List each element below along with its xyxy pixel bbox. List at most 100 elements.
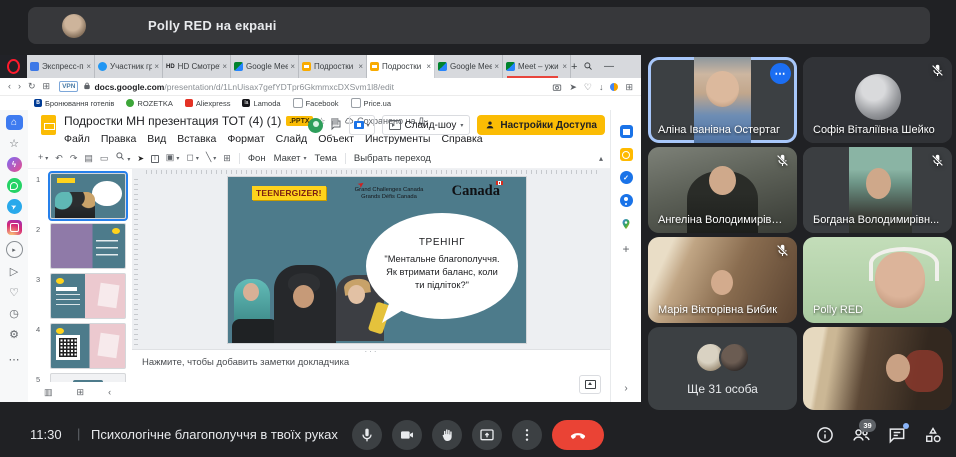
collapse-icon[interactable]: › [624,378,627,396]
tab-close-icon[interactable]: × [426,62,431,71]
tab-tiling-icon[interactable]: ⊞ [43,81,51,91]
tab-close-icon[interactable]: × [562,62,567,71]
back-icon[interactable]: ‹ [8,81,11,91]
more-icon[interactable]: ⋯ [7,352,22,367]
browser-tab[interactable]: Участник гру× [95,55,163,78]
tasks-icon[interactable]: ✓ [619,171,633,184]
panels-icon[interactable]: ⊞ [625,82,633,92]
select-icon[interactable]: ➤ [137,153,144,164]
snapshot-icon[interactable] [552,82,562,92]
toolbar-collapse-icon[interactable]: ▴ [599,154,603,163]
reload-icon[interactable]: ↻ [28,81,36,91]
menu-вид[interactable]: Вид [147,133,166,145]
url-text[interactable]: docs.google.com/presentation/d/1LnUisax7… [94,82,544,92]
grid-view-icon[interactable]: ⊞ [77,387,85,398]
slides-logo-icon[interactable] [41,115,56,135]
menu-правка[interactable]: Правка [101,133,136,145]
instagram-icon[interactable] [6,220,22,235]
participant-tile[interactable]: Марія Вікторівна Бибик [648,237,797,323]
menu-слайд[interactable]: Слайд [276,133,308,145]
participant-tile[interactable]: Ангеліна Володимирівн... [648,147,797,233]
messenger-icon[interactable]: ϟ [6,157,22,172]
paint-format-icon[interactable]: ▭ [100,153,109,163]
bookmark-item[interactable]: ROZETKA [126,99,173,108]
slide-thumbnail[interactable] [50,273,126,319]
participants-button[interactable]: 39 [851,419,876,445]
activities-button[interactable] [923,425,943,445]
slide-thumbnail[interactable] [50,323,126,369]
transition-button[interactable]: Выбрать переход [354,153,431,164]
menu-формат[interactable]: Формат [227,133,264,145]
calendar-icon[interactable] [619,125,633,138]
camera-button[interactable] [392,420,422,450]
bookmark-item[interactable]: Price.ua [350,98,391,108]
vpn-badge[interactable]: VPN [59,81,79,92]
participant-tile[interactable]: Polly RED [803,237,952,323]
collapse-panel-icon[interactable]: ‹ [108,387,111,397]
notes-resize-handle[interactable]: ··· [365,347,379,356]
bookmark-item[interactable]: la Lamoda [242,99,281,108]
slide-thumbnail[interactable] [50,223,126,269]
telegram-icon[interactable]: ➤ [6,199,22,214]
home-icon[interactable]: ⌂ [5,115,23,130]
extension-icon[interactable] [610,82,619,91]
speaker-notes[interactable]: ··· Нажмите, чтобы добавить заметки докл… [132,347,611,402]
menu-файл[interactable]: Файл [64,133,90,145]
tab-close-icon[interactable]: × [86,62,91,71]
tab-close-icon[interactable]: × [358,62,363,71]
print-icon[interactable]: ▤ [84,153,93,163]
forward-icon[interactable]: › [18,81,21,91]
comment-icon[interactable]: ⊞ [223,153,231,163]
browser-tab[interactable]: Подростки М× [299,55,367,78]
downloads-icon[interactable]: ↓ [599,82,604,92]
slide-thumbnail[interactable] [48,171,128,221]
browser-tab[interactable]: Подростки М× [367,55,435,78]
opera-menu-button[interactable] [0,55,27,78]
filmstrip-view-icon[interactable]: ▥ [44,387,53,398]
participant-tile[interactable]: Софія Віталіївна Шейко [803,57,952,143]
menu-вставка[interactable]: Вставка [177,133,216,145]
participant-tile[interactable] [803,327,952,410]
contacts-icon[interactable] [619,194,633,207]
text-box-icon[interactable]: T [151,152,159,164]
present-mini-button[interactable] [579,375,601,394]
bookmarks-star-icon[interactable]: ☆ [7,136,22,151]
chat-button[interactable] [887,423,909,445]
end-call-button[interactable] [552,420,604,450]
slide-thumbnail[interactable] [50,373,126,382]
minimize-window-icon[interactable]: — [598,55,619,78]
share-button[interactable]: Настройки Доступа [477,115,605,135]
participant-tile[interactable]: Ще 31 особа [648,327,797,410]
microphone-button[interactable] [352,420,382,450]
background-button[interactable]: Фон [248,153,266,164]
history-icon[interactable]: ◷ [7,306,22,321]
bookmark-item[interactable]: Facebook [292,98,339,108]
settings-icon[interactable]: ⚙ [7,327,22,342]
comments-icon[interactable] [330,119,342,131]
zoom-icon[interactable]: ▾ [115,151,130,165]
line-icon[interactable]: ╲ ▾ [206,152,216,164]
raise-hand-button[interactable] [432,420,462,450]
participant-tile[interactable]: Аліна Іванівна Остертаг ⋯ [648,57,797,143]
add-icon[interactable]: + [622,240,629,258]
meeting-details-button[interactable] [815,425,835,445]
browser-tab[interactable]: Google Meet × [231,55,299,78]
browser-tab[interactable]: Meet – ужи × [503,55,571,78]
tab-close-icon[interactable]: × [494,62,499,71]
layout-button[interactable]: Макет ▾ [274,153,307,164]
image-icon[interactable]: ▣ ▾ [166,152,180,164]
tab-close-icon[interactable]: × [154,62,159,71]
theme-button[interactable]: Тема [314,153,336,164]
bookmark-item[interactable]: B Бронювання готелів [34,99,114,108]
send-to-flow-icon[interactable]: ➤ [569,82,577,92]
browser-tab[interactable]: HDHD Смотреть фи× [163,55,231,78]
new-slide-icon[interactable]: + ▾ [38,152,48,164]
likes-icon[interactable]: ♡ [7,285,22,300]
maps-icon[interactable] [620,217,633,230]
search-window-icon[interactable] [577,55,598,78]
close-window-icon[interactable]: × [640,55,641,78]
present-screen-button[interactable] [472,420,502,450]
participant-tile[interactable]: Богдана Володимирівн... [803,147,952,233]
shape-icon[interactable]: ◻ ▾ [186,152,199,164]
redo-icon[interactable]: ↷ [70,153,78,163]
